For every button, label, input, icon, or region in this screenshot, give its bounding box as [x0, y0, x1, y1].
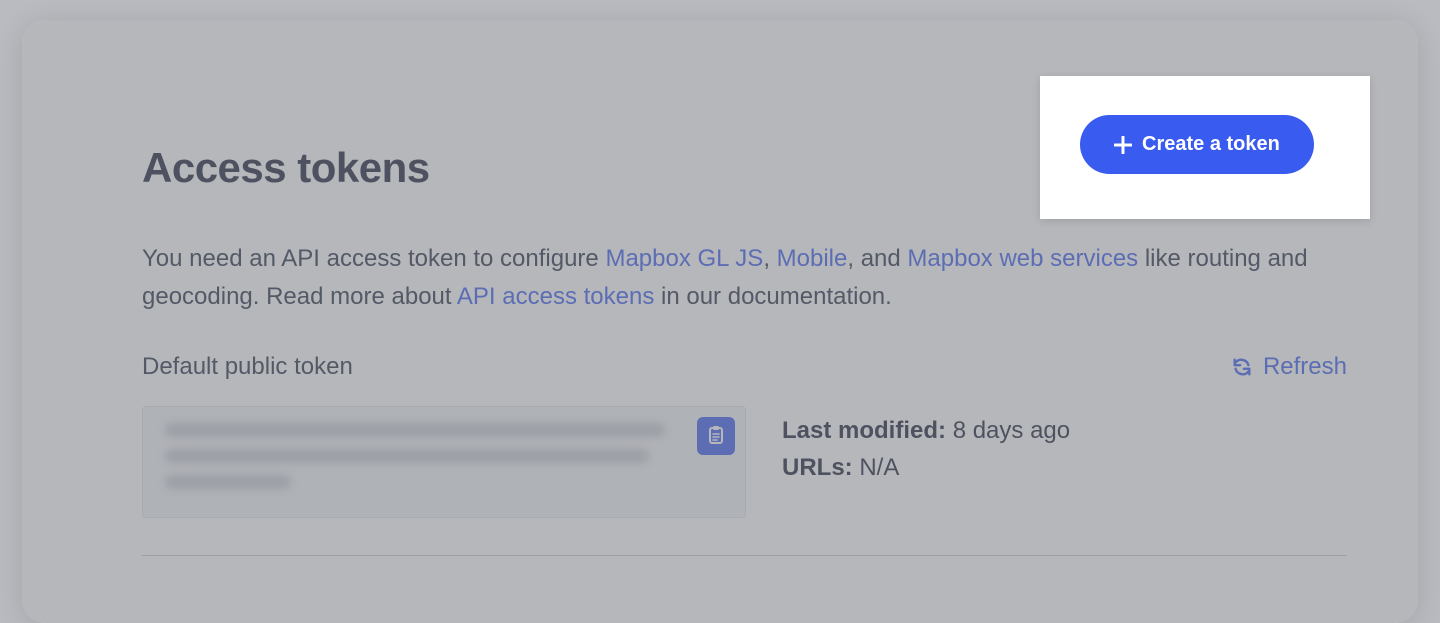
refresh-icon [1231, 356, 1253, 378]
create-token-label: Create a token [1142, 133, 1280, 156]
desc-sep1: , [763, 245, 776, 272]
desc-part1: You need an API access token to configur… [142, 245, 605, 272]
copy-token-button[interactable] [697, 417, 735, 455]
token-header-row: Default public token Refresh [142, 353, 1347, 381]
link-web-services[interactable]: Mapbox web services [907, 245, 1138, 272]
token-redacted-line [165, 423, 665, 437]
last-modified-row: Last modified: 8 days ago [782, 412, 1070, 449]
desc-sep2: , and [847, 245, 907, 272]
page-title: Access tokens [142, 144, 430, 192]
urls-label: URLs: [782, 454, 853, 481]
token-redacted-line [165, 449, 649, 463]
link-mobile[interactable]: Mobile [777, 245, 848, 272]
link-mapbox-gl-js[interactable]: Mapbox GL JS [605, 245, 763, 272]
token-value-box [142, 406, 746, 518]
last-modified-label: Last modified: [782, 417, 946, 444]
last-modified-value: 8 days ago [953, 417, 1070, 444]
link-api-access-tokens[interactable]: API access tokens [457, 283, 654, 310]
token-redacted-line [165, 475, 291, 489]
plus-icon [1114, 136, 1132, 154]
desc-part3: in our documentation. [654, 283, 891, 310]
urls-row: URLs: N/A [782, 449, 1070, 486]
urls-value: N/A [859, 454, 899, 481]
default-token-heading: Default public token [142, 353, 353, 381]
section-divider [142, 555, 1347, 556]
refresh-label: Refresh [1263, 353, 1347, 381]
refresh-button[interactable]: Refresh [1231, 353, 1347, 381]
create-token-button[interactable]: Create a token [1080, 115, 1314, 174]
description-text: You need an API access token to configur… [142, 240, 1322, 317]
clipboard-icon [707, 425, 725, 448]
token-meta: Last modified: 8 days ago URLs: N/A [782, 412, 1070, 486]
